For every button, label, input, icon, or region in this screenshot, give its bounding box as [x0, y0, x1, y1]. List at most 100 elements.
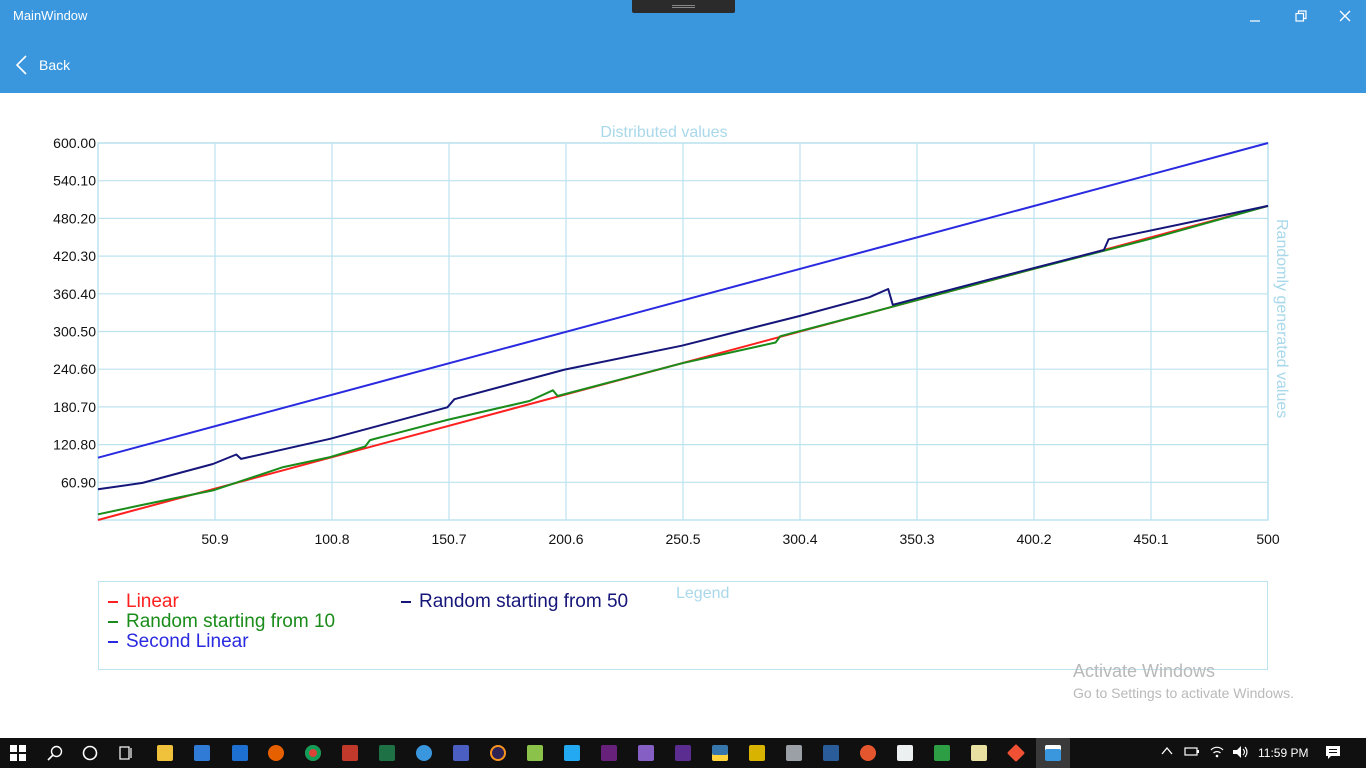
legend-swatch [108, 641, 118, 643]
y-tick-label: 120.80 [53, 437, 96, 453]
back-button[interactable]: Back [14, 52, 70, 78]
edge-icon [416, 745, 432, 761]
x-axis-labels: 50.9 100.8 150.7 200.6 250.5 300.4 350.3 400.2 4… [201, 531, 1280, 547]
legend-item-random-10: Random starting from 10 [108, 611, 335, 633]
cortana-icon [82, 745, 98, 761]
taskbar-visual-studio-2[interactable] [636, 743, 656, 763]
taskbar-file-explorer[interactable] [155, 743, 175, 763]
restore-button[interactable] [1286, 4, 1316, 28]
visual-studio-icon [638, 745, 654, 761]
taskbar-store[interactable] [192, 743, 212, 763]
notepad-icon [971, 745, 987, 761]
git-icon [1006, 743, 1026, 763]
task-view-button[interactable] [116, 743, 136, 763]
legend-label: Random starting from 50 [419, 591, 629, 612]
y-tick-label: 60.90 [61, 474, 96, 490]
y-tick-label: 360.40 [53, 286, 96, 302]
minimize-button[interactable] [1240, 4, 1270, 28]
action-center-icon[interactable] [1325, 745, 1341, 764]
taskbar-eclipse[interactable] [488, 743, 508, 763]
legend-label: Second Linear [126, 631, 249, 652]
taskbar-current-app[interactable] [1043, 743, 1063, 763]
taskbar-chrome[interactable] [303, 743, 323, 763]
close-button[interactable] [1330, 4, 1360, 28]
main-window: MainWindow Back 60.90 120.80 180.70 240.60 3… [0, 0, 1366, 768]
taskbar-app-cube[interactable] [895, 743, 915, 763]
taskbar-vscode[interactable] [562, 743, 582, 763]
taskbar-database[interactable] [784, 743, 804, 763]
y-axis-labels: 60.90 120.80 180.70 240.60 300.50 360.40 420.3… [53, 135, 96, 490]
x-tick-label: 250.5 [665, 531, 700, 547]
taskbar-app-yellow[interactable] [747, 743, 767, 763]
visual-studio-icon [601, 745, 617, 761]
app-header: MainWindow Back [0, 0, 1366, 93]
folder-icon [157, 745, 173, 761]
minimize-icon [1250, 20, 1260, 22]
x-tick-label: 50.9 [201, 531, 228, 547]
tray-chevron-up-icon[interactable] [1161, 745, 1173, 760]
taskbar-app-blue[interactable] [451, 743, 471, 763]
legend-swatch [108, 621, 118, 623]
window-icon [1045, 745, 1061, 761]
taskbar-firefox[interactable] [266, 743, 286, 763]
y-tick-label: 180.70 [53, 399, 96, 415]
app-icon [453, 745, 469, 761]
volume-icon[interactable] [1232, 745, 1250, 762]
y-tick-label: 480.20 [53, 210, 96, 226]
x-tick-label: 450.1 [1133, 531, 1168, 547]
taskbar-app-red[interactable] [340, 743, 360, 763]
firefox-icon [268, 745, 284, 761]
app-icon [860, 745, 876, 761]
legend-item-linear: Linear [108, 591, 179, 613]
taskbar-powershell[interactable] [821, 743, 841, 763]
taskbar-git[interactable] [1006, 743, 1026, 763]
chart-grid [97, 142, 1269, 521]
windows-icon [10, 745, 26, 761]
legend-swatch [108, 601, 118, 603]
battery-icon[interactable] [1184, 745, 1200, 760]
taskbar-python[interactable] [710, 743, 730, 763]
y-tick-label: 540.10 [53, 173, 96, 189]
chrome-icon [305, 745, 321, 761]
drag-handle[interactable] [632, 0, 735, 13]
database-icon [786, 745, 802, 761]
taskbar-edge[interactable] [414, 743, 434, 763]
wifi-icon[interactable] [1209, 745, 1225, 762]
powershell-icon [823, 745, 839, 761]
taskbar: 11:59 PM [0, 738, 1366, 768]
taskbar-notepad[interactable] [969, 743, 989, 763]
taskbar-android-studio[interactable] [525, 743, 545, 763]
activation-title: Activate Windows [1073, 661, 1216, 681]
restore-icon [1295, 10, 1307, 22]
task-view-icon [119, 746, 132, 760]
taskbar-visual-studio-3[interactable] [673, 743, 693, 763]
x-tick-label: 400.2 [1016, 531, 1051, 547]
legend-item-second-linear: Second Linear [108, 631, 249, 653]
legend-label: Linear [126, 591, 179, 612]
taskbar-app-orange[interactable] [858, 743, 878, 763]
store-icon [194, 745, 210, 761]
vscode-icon [564, 745, 580, 761]
eclipse-icon [490, 745, 506, 761]
legend: Legend Linear Random starting from 10 Se… [98, 581, 1268, 670]
start-button[interactable] [8, 743, 28, 763]
y-tick-label: 600.00 [53, 135, 96, 151]
taskbar-visual-studio-1[interactable] [599, 743, 619, 763]
python-icon [712, 745, 728, 761]
mail-icon [232, 745, 248, 761]
visual-studio-icon [675, 745, 691, 761]
search-icon [47, 745, 63, 761]
taskbar-excel[interactable] [377, 743, 397, 763]
back-label: Back [39, 57, 71, 73]
window-title: MainWindow [13, 8, 88, 23]
taskbar-app-green[interactable] [932, 743, 952, 763]
x-tick-label: 150.7 [431, 531, 466, 547]
clock[interactable]: 11:59 PM [1258, 746, 1308, 760]
search-button[interactable] [45, 743, 65, 763]
taskbar-mail[interactable] [230, 743, 250, 763]
x-tick-label: 350.3 [899, 531, 934, 547]
cortana-button[interactable] [80, 743, 100, 763]
legend-item-random-50: Random starting from 50 [401, 591, 628, 613]
x-tick-label: 300.4 [782, 531, 817, 547]
x-tick-label: 500 [1256, 531, 1280, 547]
